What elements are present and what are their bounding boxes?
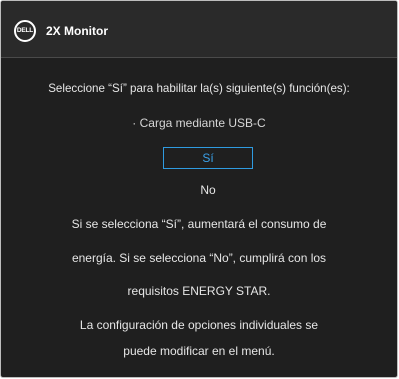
dell-logo: DELL <box>14 20 36 42</box>
feature-item: · Carga mediante USB-C <box>132 116 266 130</box>
info-text-line-1: Si se selecciona “Sí”, aumentará el cons… <box>71 217 327 231</box>
info-text-line-5: puede modificar en el menú. <box>123 344 275 358</box>
info-text-line-2: energía. Si se selecciona “No”, cumplirá… <box>71 251 327 265</box>
no-button[interactable]: No <box>163 179 253 201</box>
header-bar: DELL 2X Monitor <box>1 1 397 57</box>
info-text-line-4: La configuración de opciones individuale… <box>79 318 319 332</box>
info-text-line-3: requisitos ENERGY STAR. <box>127 284 271 298</box>
yes-button[interactable]: Sí <box>163 147 253 169</box>
question-text: Seleccione “Sí” para habilitar la(s) sig… <box>48 82 350 95</box>
header-divider <box>1 57 397 58</box>
monitor-title: 2X Monitor <box>46 24 108 38</box>
osd-dialog: DELL 2X Monitor Seleccione “Sí” para hab… <box>0 0 398 378</box>
